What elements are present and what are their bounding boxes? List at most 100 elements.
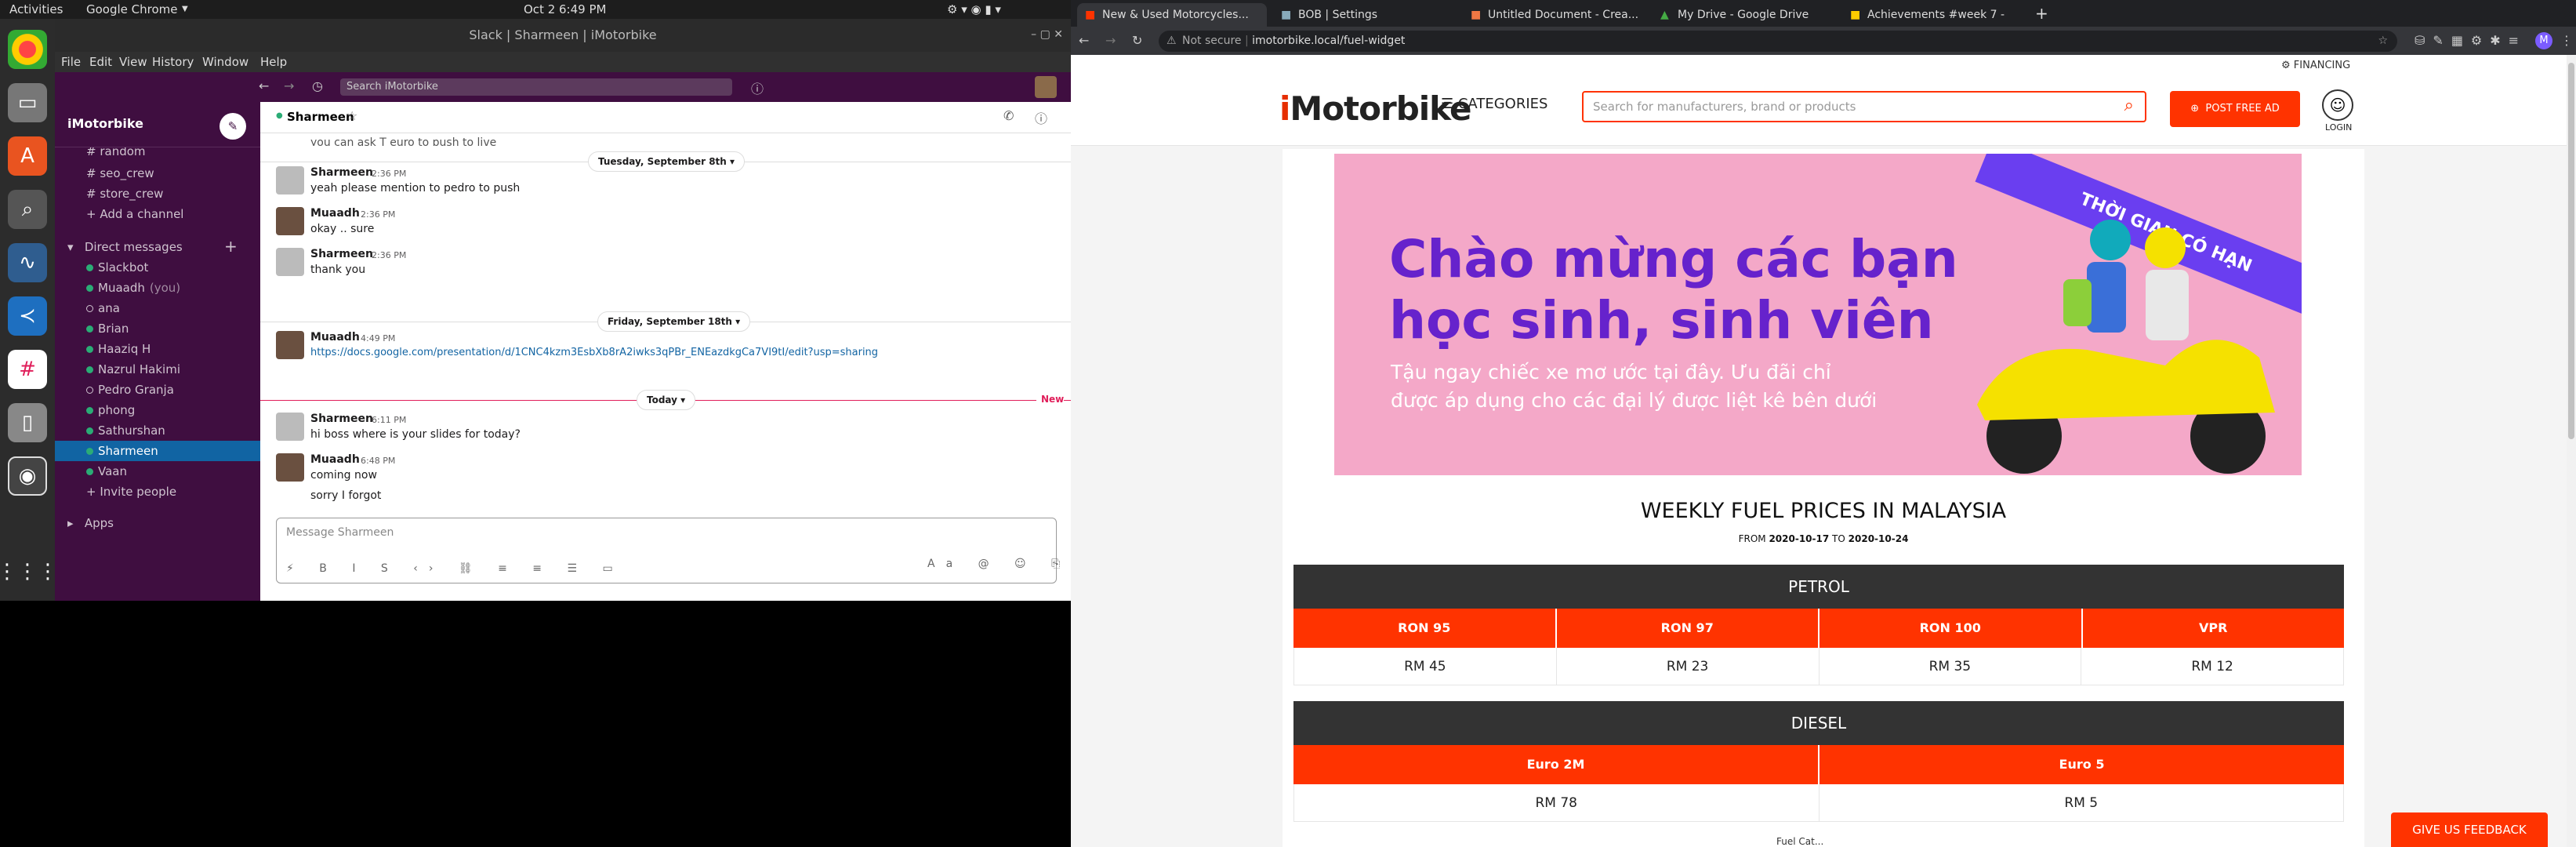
message-time[interactable]: 2:36 PM [372, 250, 406, 260]
sidebar-channel-seo[interactable]: # seo_crew [55, 163, 260, 184]
search-input[interactable]: Search iMotorbike [340, 78, 732, 96]
url-bar[interactable]: ⚠ Not secure | imotorbike.local/fuel-wid… [1159, 31, 2397, 52]
message-author[interactable]: Muaadh [310, 453, 360, 466]
login-link[interactable]: LOGIN [2325, 122, 2352, 133]
profile-avatar[interactable]: M [2535, 32, 2552, 49]
message-input[interactable]: Message Sharmeen [286, 526, 394, 539]
search-tool-icon[interactable]: ⌕ [8, 190, 47, 229]
forward-arrow-icon[interactable]: → [284, 78, 294, 93]
sidebar-channel-store[interactable]: # store_crew [55, 184, 260, 204]
avatar[interactable] [276, 248, 304, 276]
scrollbar[interactable] [2567, 55, 2576, 847]
back-arrow-icon[interactable]: ← [259, 78, 269, 93]
sidebar-dm-item[interactable]: Nazrul Hakimi [55, 359, 260, 380]
avatar[interactable] [276, 413, 304, 441]
tab-google-drive[interactable]: ▲ My Drive - Google Drive [1653, 3, 1838, 27]
format-toolbar[interactable]: ⚡ B I S ‹› ⛓ ≡ ≡ ☰ ▭ [286, 562, 624, 575]
tab-bob-settings[interactable]: ■ BOB | Settings [1273, 3, 1458, 27]
feedback-button[interactable]: GIVE US FEEDBACK [2391, 812, 2548, 847]
chrome-icon[interactable] [8, 30, 47, 69]
date-pill[interactable]: Today ▾ [637, 390, 696, 410]
date-pill[interactable]: Friday, September 18th ▾ [597, 311, 751, 332]
software-icon[interactable]: A [8, 136, 47, 176]
message-time[interactable]: 2:36 PM [372, 169, 406, 179]
star-icon[interactable]: ☆ [346, 108, 357, 123]
menu-window[interactable]: Window [202, 55, 249, 69]
avatar[interactable] [276, 331, 304, 359]
menu-edit[interactable]: Edit [89, 55, 112, 69]
history-icon[interactable]: ◷ [312, 78, 323, 93]
reload-icon[interactable]: ↻ [1132, 33, 1142, 48]
system-tray[interactable]: ⚙ ▾ ◉ ▮ ▾ [947, 2, 1001, 16]
message-time[interactable]: 4:49 PM [361, 333, 395, 344]
slack-icon[interactable]: # [8, 350, 47, 389]
tab-achievements[interactable]: ■ Achievements #week 7 - [1842, 3, 2027, 27]
invite-people-button[interactable]: + Invite people [55, 482, 260, 502]
sidebar-dm-item[interactable]: Muaadh (you) [55, 278, 260, 298]
more-menu-icon[interactable]: ⋮ [2560, 33, 2573, 48]
message-link[interactable]: https://docs.google.com/presentation/d/1… [310, 347, 878, 358]
help-icon[interactable]: ⓘ [751, 78, 764, 97]
tab-untitled-document[interactable]: ■ Untitled Document - Crea... [1463, 3, 1648, 27]
user-icon[interactable]: ☺ [2322, 89, 2353, 121]
menu-view[interactable]: View [119, 55, 147, 69]
camera-icon[interactable]: ◉ [8, 456, 47, 496]
sidebar-dm-item[interactable]: Slackbot [55, 257, 260, 278]
message-author[interactable]: Sharmeen [310, 248, 373, 260]
phone-call-icon[interactable]: ✆ [1003, 108, 1014, 123]
message-author[interactable]: Muaadh [310, 207, 360, 220]
avatar[interactable] [276, 207, 304, 235]
date-pill[interactable]: Tuesday, September 8th ▾ [588, 151, 746, 172]
avatar[interactable] [276, 166, 304, 194]
promo-banner[interactable]: THỜI GIAN CÓ HẠN Chào mừng các bạn học s… [1334, 154, 2302, 475]
files-icon[interactable]: ▭ [8, 83, 47, 122]
window-controls[interactable]: – ▢ ✕ [1031, 28, 1063, 41]
site-search-input[interactable]: Search for manufacturers, brand or produ… [1582, 91, 2146, 122]
info-icon[interactable]: ⓘ [1035, 108, 1047, 127]
tab-imotorbike[interactable]: ■ New & Used Motorcycles... [1077, 3, 1267, 27]
composer-actions[interactable]: Aa @ ☺ ⎘ ➤ [927, 558, 1071, 570]
message-author[interactable]: Muaadh [310, 331, 360, 344]
sidebar-dm-item[interactable]: Sharmeen [55, 441, 260, 461]
user-avatar[interactable] [1035, 76, 1057, 98]
message-author[interactable]: Sharmeen [310, 166, 373, 179]
sidebar-dm-item[interactable]: Sathurshan [55, 420, 260, 441]
search-icon[interactable]: ⌕ [2124, 96, 2134, 115]
message-author[interactable]: Sharmeen [310, 413, 373, 425]
post-free-ad-button[interactable]: ⊕ POST FREE AD [2170, 91, 2300, 127]
active-app-menu[interactable]: Google Chrome [86, 2, 178, 16]
sidebar-dm-item[interactable]: Pedro Granja [55, 380, 260, 400]
sidebar-dm-item[interactable]: phong [55, 400, 260, 420]
phone-icon[interactable]: ▯ [8, 403, 47, 442]
message-time[interactable]: 2:36 PM [361, 209, 395, 220]
clock[interactable]: Oct 2 6:49 PM [524, 2, 606, 16]
message-time[interactable]: 6:48 PM [361, 456, 395, 466]
categories-menu[interactable]: ☰ CATEGORIES [1441, 96, 1547, 112]
financing-link[interactable]: ⚙ FINANCING [2281, 60, 2350, 71]
sidebar-dm-item[interactable]: Vaan [55, 461, 260, 482]
workspace-name[interactable]: iMotorbike [67, 116, 143, 131]
wireshark-icon[interactable]: ∿ [8, 243, 47, 282]
apps-section-header[interactable]: ▸ Apps [55, 513, 260, 533]
menu-history[interactable]: History [152, 55, 194, 69]
new-tab-icon[interactable]: + [2035, 4, 2048, 23]
add-channel-button[interactable]: + Add a channel [55, 204, 260, 224]
vscode-icon[interactable]: ≺ [8, 296, 47, 336]
message-time[interactable]: 6:11 PM [372, 415, 406, 425]
back-arrow-icon[interactable]: ← [1079, 33, 1089, 48]
sidebar-dm-item[interactable]: ana [55, 298, 260, 318]
menu-help[interactable]: Help [260, 55, 287, 69]
activities-button[interactable]: Activities [9, 2, 63, 16]
sidebar-dm-item[interactable]: Haaziq H [55, 339, 260, 359]
star-icon[interactable]: ☆ [2378, 31, 2388, 52]
scrollbar-thumb[interactable] [2568, 63, 2574, 439]
sidebar-channel-random[interactable]: # random [55, 147, 260, 158]
menu-file[interactable]: File [61, 55, 81, 69]
forward-arrow-icon[interactable]: → [1105, 33, 1116, 48]
extension-icons[interactable]: ⛁✎▦⚙✱≡ [2415, 33, 2527, 48]
add-dm-icon[interactable]: + [224, 237, 238, 256]
app-grid-icon[interactable]: ⋮⋮⋮ [0, 552, 58, 591]
sidebar-dm-item[interactable]: Brian [55, 318, 260, 339]
avatar[interactable] [276, 453, 304, 482]
channel-title[interactable]: Sharmeen [287, 110, 354, 124]
